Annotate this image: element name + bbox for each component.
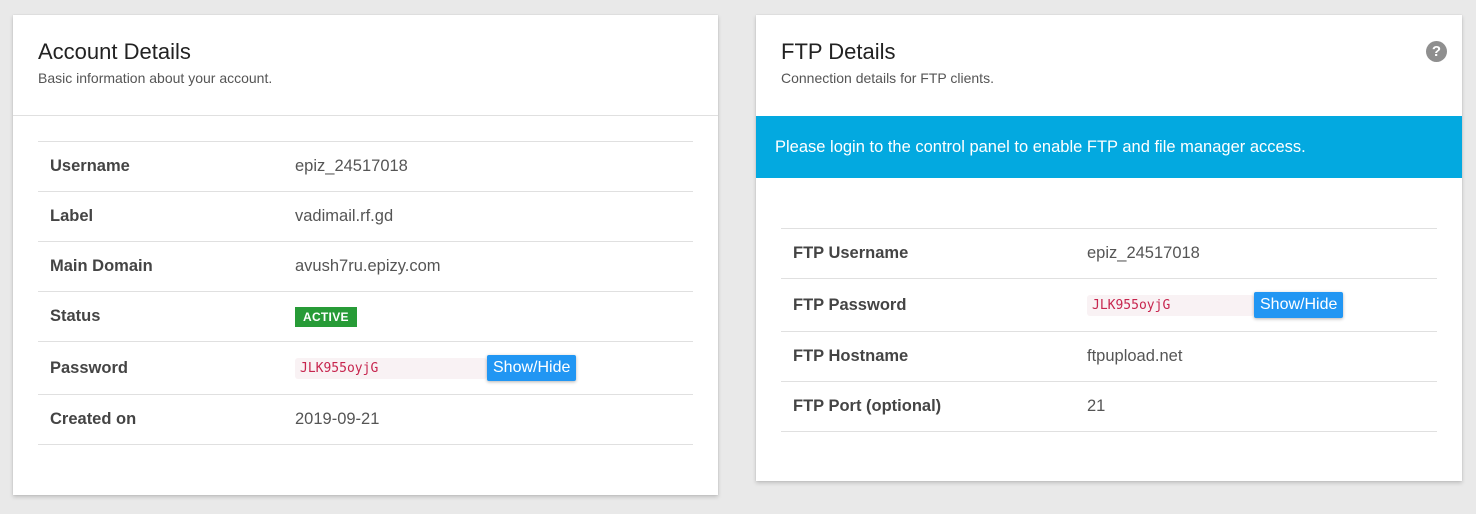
main-domain-value: avush7ru.epizy.com: [295, 257, 441, 275]
main-domain-label: Main Domain: [50, 257, 153, 275]
username-label: Username: [50, 157, 130, 175]
ftp-port-label: FTP Port (optional): [793, 397, 942, 415]
ftp-username-label: FTP Username: [793, 244, 909, 262]
label-label: Label: [50, 207, 94, 225]
label-value: vadimail.rf.gd: [295, 207, 394, 225]
ftp-show-hide-password-button[interactable]: Show/Hide: [1254, 292, 1344, 318]
table-row: FTP Username epiz_24517018: [781, 228, 1437, 279]
ftp-port-value: 21: [1087, 397, 1106, 415]
table-row: FTP Password JLK955oyjG Show/Hide: [781, 278, 1437, 332]
account-details-table: Username epiz_24517018 Label vadimail.rf…: [38, 141, 693, 445]
username-value: epiz_24517018: [295, 157, 408, 175]
created-on-label: Created on: [50, 410, 137, 428]
ftp-password-value: JLK955oyjG: [1087, 294, 1254, 316]
account-details-card: Account Details Basic information about …: [13, 15, 718, 495]
password-label: Password: [50, 358, 128, 377]
table-row: FTP Port (optional) 21: [781, 381, 1437, 432]
help-icon[interactable]: ?: [1426, 41, 1447, 62]
status-cell: ACTIVE: [283, 292, 693, 342]
table-row: Label vadimail.rf.gd: [38, 191, 693, 242]
ftp-hostname-label: FTP Hostname: [793, 347, 909, 365]
account-subtitle: Basic information about your account.: [38, 70, 273, 86]
table-row: FTP Hostname ftpupload.net: [781, 331, 1437, 382]
status-label: Status: [50, 307, 101, 325]
password-cell: JLK955oyjG Show/Hide: [283, 342, 693, 395]
table-row: Main Domain avush7ru.epizy.com: [38, 241, 693, 292]
password-wrap: JLK955oyjG Show/Hide: [295, 355, 681, 381]
ftp-password-wrap: JLK955oyjG Show/Hide: [1087, 292, 1425, 318]
show-hide-password-button[interactable]: Show/Hide: [487, 355, 577, 381]
table-row: Username epiz_24517018: [38, 141, 693, 192]
ftp-details-card: FTP Details Connection details for FTP c…: [756, 15, 1462, 481]
ftp-notice-banner: Please login to the control panel to ena…: [756, 116, 1462, 178]
ftp-password-cell: JLK955oyjG Show/Hide: [1075, 279, 1437, 332]
table-row: Created on 2019-09-21: [38, 394, 693, 445]
created-on-value: 2019-09-21: [295, 410, 380, 428]
table-row: Password JLK955oyjG Show/Hide: [38, 341, 693, 395]
ftp-username-value: epiz_24517018: [1087, 244, 1200, 262]
ftp-details-table: FTP Username epiz_24517018 FTP Password …: [781, 228, 1437, 432]
ftp-hostname-value: ftpupload.net: [1087, 347, 1183, 365]
status-badge: ACTIVE: [295, 306, 357, 327]
account-title: Account Details: [38, 39, 191, 64]
table-row: Status ACTIVE: [38, 291, 693, 342]
password-value: JLK955oyjG: [295, 357, 487, 379]
ftp-password-label: FTP Password: [793, 295, 907, 314]
ftp-card-header: FTP Details Connection details for FTP c…: [756, 15, 1462, 116]
ftp-title: FTP Details: [781, 39, 896, 64]
account-card-header: Account Details Basic information about …: [13, 15, 718, 116]
ftp-subtitle: Connection details for FTP clients.: [781, 70, 994, 86]
